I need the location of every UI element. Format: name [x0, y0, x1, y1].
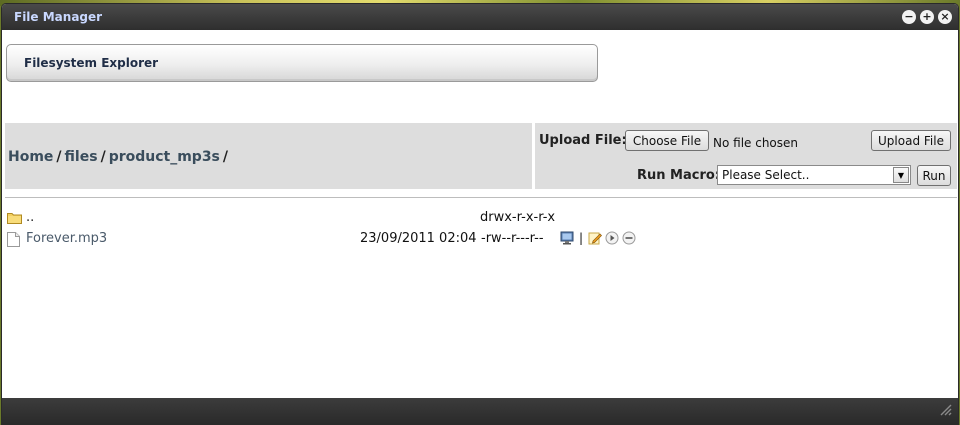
file-name[interactable]: .. — [26, 210, 34, 225]
delete-icon[interactable] — [622, 231, 636, 245]
monitor-icon[interactable] — [560, 231, 574, 245]
maximize-icon[interactable]: + — [920, 10, 934, 24]
file-icon — [7, 232, 20, 251]
window-title: File Manager — [14, 10, 103, 24]
file-status-text: No file chosen — [713, 136, 799, 150]
status-bar — [2, 398, 958, 424]
divider — [5, 197, 957, 198]
breadcrumb-home[interactable]: Home — [8, 149, 53, 165]
breadcrumb: Home / files / product_mp3s / — [8, 149, 231, 165]
run-macro-label: Run Macro: — [637, 168, 721, 183]
file-actions: | — [560, 231, 636, 245]
title-bar[interactable]: File Manager − + × — [2, 4, 958, 30]
resize-grip-icon[interactable] — [940, 404, 952, 419]
upload-file-button[interactable]: Upload File — [871, 130, 951, 151]
tab-filesystem-explorer[interactable]: Filesystem Explorer — [6, 44, 598, 82]
file-name[interactable]: Forever.mp3 — [26, 231, 107, 246]
breadcrumb-separator: / — [100, 149, 106, 165]
file-row[interactable]: Forever.mp3 23/09/2011 02:04 -rw--r---r-… — [6, 231, 956, 249]
file-row[interactable]: .. drwx-r-x-r-x — [6, 210, 956, 228]
window-controls: − + × — [902, 10, 952, 24]
tab-label: Filesystem Explorer — [24, 56, 159, 70]
action-separator: | — [579, 231, 584, 245]
breadcrumb-bar: Home / files / product_mp3s / — [5, 123, 532, 189]
file-permissions: drwx-r-x-r-x — [480, 210, 556, 225]
file-manager-window: File Manager − + × Filesystem Explorer H… — [1, 3, 959, 425]
run-macro-button[interactable]: Run — [917, 165, 951, 186]
macro-select-value: Please Select.. — [722, 168, 810, 182]
folder-icon — [7, 211, 22, 228]
breadcrumb-separator: / — [222, 149, 229, 165]
breadcrumb-separator: / — [56, 149, 62, 165]
choose-file-button[interactable]: Choose File — [625, 130, 709, 151]
file-permissions: -rw--r---r-- — [481, 231, 544, 246]
play-icon[interactable] — [605, 231, 619, 245]
action-bar: Upload File: Choose File No file chosen … — [535, 123, 957, 189]
close-icon[interactable]: × — [938, 10, 952, 24]
macro-select[interactable]: Please Select.. ▼ — [717, 165, 911, 185]
upload-file-label: Upload File: — [539, 133, 627, 148]
minimize-icon[interactable]: − — [902, 10, 916, 24]
breadcrumb-files[interactable]: files — [65, 149, 98, 165]
edit-icon[interactable] — [588, 231, 603, 245]
chevron-down-icon[interactable]: ▼ — [893, 167, 909, 183]
breadcrumb-product-mp3s[interactable]: product_mp3s — [109, 149, 220, 165]
file-date: 23/09/2011 02:04 — [360, 231, 477, 246]
